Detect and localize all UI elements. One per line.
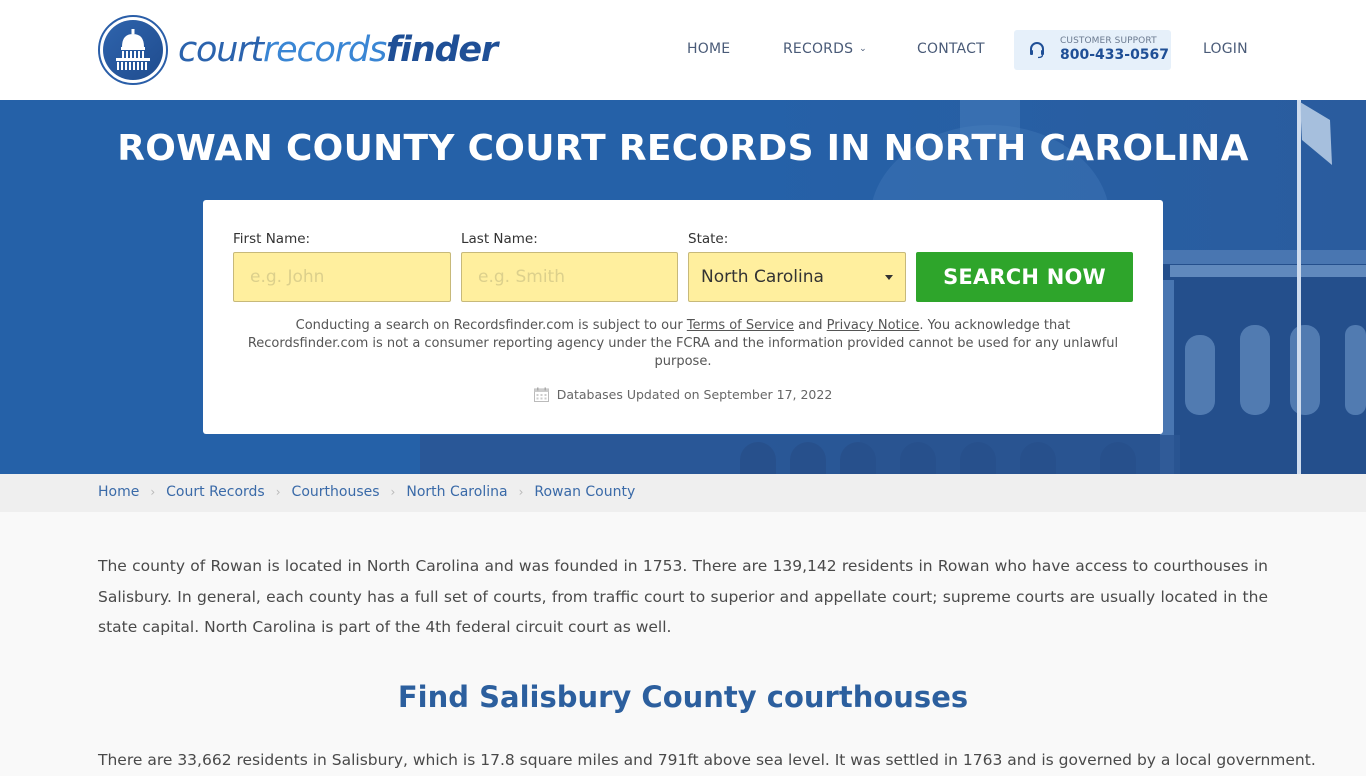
last-name-group: Last Name: xyxy=(461,231,678,302)
logo-part-court: court xyxy=(178,30,264,70)
database-updated-text: Databases Updated on September 17, 2022 xyxy=(556,387,833,402)
capitol-dome-icon xyxy=(98,15,168,85)
nav-contact[interactable]: CONTACT xyxy=(917,41,985,57)
nav-home[interactable]: HOME xyxy=(687,41,730,57)
headset-icon xyxy=(1030,42,1044,59)
nav-records-label: RECORDS xyxy=(783,41,854,57)
caret-down-icon xyxy=(885,275,893,280)
search-form: First Name: Last Name: State: North Caro… xyxy=(203,200,1163,434)
calendar-icon xyxy=(533,387,549,402)
county-intro: The county of Rowan is located in North … xyxy=(98,557,1268,636)
chevron-right-icon: › xyxy=(150,485,156,499)
section-title: Find Salisbury County courthouses xyxy=(397,680,969,714)
state-label: State: xyxy=(688,231,729,247)
chevron-down-icon: ⌄ xyxy=(859,44,867,54)
database-updated: Databases Updated on September 17, 2022 xyxy=(203,387,1163,402)
terms-of-service-link[interactable]: Terms of Service xyxy=(687,318,794,333)
first-name-label: First Name: xyxy=(233,231,311,247)
state-group: State: North Carolina xyxy=(688,231,906,302)
breadcrumb-rowan-county[interactable]: Rowan County xyxy=(534,484,635,500)
support-phone: 800-433-0567 xyxy=(1060,47,1170,63)
nav-records[interactable]: RECORDS ⌄ xyxy=(783,41,867,57)
nav-login[interactable]: LOGIN xyxy=(1203,41,1248,57)
disclaimer-text-2: and xyxy=(793,318,827,333)
breadcrumb-court-records[interactable]: Court Records xyxy=(166,484,265,500)
city-description: There are 33,662 residents in Salisbury,… xyxy=(98,751,1316,769)
chevron-right-icon: › xyxy=(390,485,396,499)
support-label: CUSTOMER SUPPORT xyxy=(1060,36,1157,46)
breadcrumb: Home › Court Records › Courthouses › Nor… xyxy=(0,474,1366,512)
last-name-input[interactable] xyxy=(461,252,678,302)
site-logo[interactable]: courtrecordsfinder xyxy=(98,15,498,85)
search-now-button[interactable]: SEARCH NOW xyxy=(916,252,1133,302)
first-name-input[interactable] xyxy=(233,252,451,302)
privacy-notice-link[interactable]: Privacy Notice xyxy=(827,318,920,333)
state-selected-value: North Carolina xyxy=(701,267,824,287)
logo-wordmark: courtrecordsfinder xyxy=(178,30,498,70)
logo-part-finder: finder xyxy=(385,30,498,70)
chevron-right-icon: › xyxy=(518,485,524,499)
hero-banner: ROWAN COUNTY COURT RECORDS IN NORTH CARO… xyxy=(0,100,1366,474)
site-header: courtrecordsfinder HOME RECORDS ⌄ CONTACT… xyxy=(0,0,1366,100)
state-select[interactable]: North Carolina xyxy=(688,252,906,302)
breadcrumb-north-carolina[interactable]: North Carolina xyxy=(406,484,507,500)
customer-support-button[interactable]: CUSTOMER SUPPORT 800-433-0567 xyxy=(1014,30,1171,70)
first-name-group: First Name: xyxy=(233,231,451,302)
logo-part-records: records xyxy=(262,30,387,70)
last-name-label: Last Name: xyxy=(461,231,538,247)
disclaimer-text-1: Conducting a search on Recordsfinder.com… xyxy=(295,318,687,333)
breadcrumb-courthouses[interactable]: Courthouses xyxy=(292,484,380,500)
breadcrumb-home[interactable]: Home xyxy=(98,484,139,500)
chevron-right-icon: › xyxy=(275,485,281,499)
page-title: ROWAN COUNTY COURT RECORDS IN NORTH CARO… xyxy=(117,128,1249,169)
search-disclaimer: Conducting a search on Recordsfinder.com… xyxy=(243,317,1123,371)
